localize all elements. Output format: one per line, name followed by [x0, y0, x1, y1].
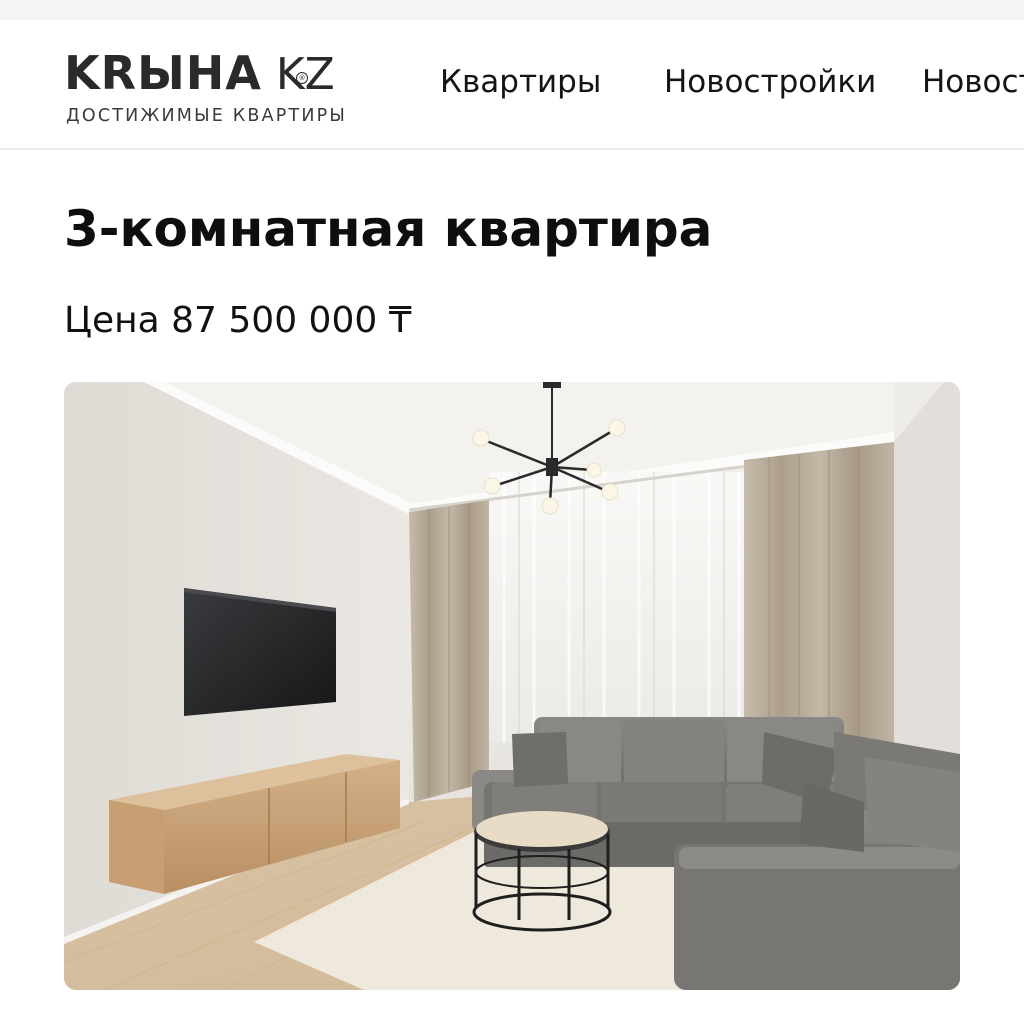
site-header: KRЫНА KZ ® ДОСТИЖИМЫЕ КВАРТИРЫ Квартиры Н…: [0, 20, 1024, 150]
nav-item-news[interactable]: Новост: [922, 64, 1024, 100]
listing-price: Цена 87 500 000 ₸: [64, 300, 412, 341]
listing-photo[interactable]: [64, 382, 960, 990]
logo-tagline: ДОСТИЖИМЫЕ КВАРТИРЫ: [66, 106, 348, 126]
site-logo[interactable]: KRЫНА KZ ® ДОСТИЖИМЫЕ КВАРТИРЫ: [64, 50, 384, 130]
registered-mark-icon: ®: [296, 72, 308, 84]
page-title: 3-комнатная квартира: [64, 200, 713, 258]
nav-item-apartments[interactable]: Квартиры: [440, 64, 601, 100]
nav-item-new-buildings[interactable]: Новостройки: [664, 64, 876, 100]
logo-wordmark: KRЫНА KZ: [64, 50, 335, 97]
logo-name: KRЫНА: [64, 46, 262, 100]
top-strip: [0, 0, 1024, 20]
living-room-photo-icon: [64, 382, 960, 990]
